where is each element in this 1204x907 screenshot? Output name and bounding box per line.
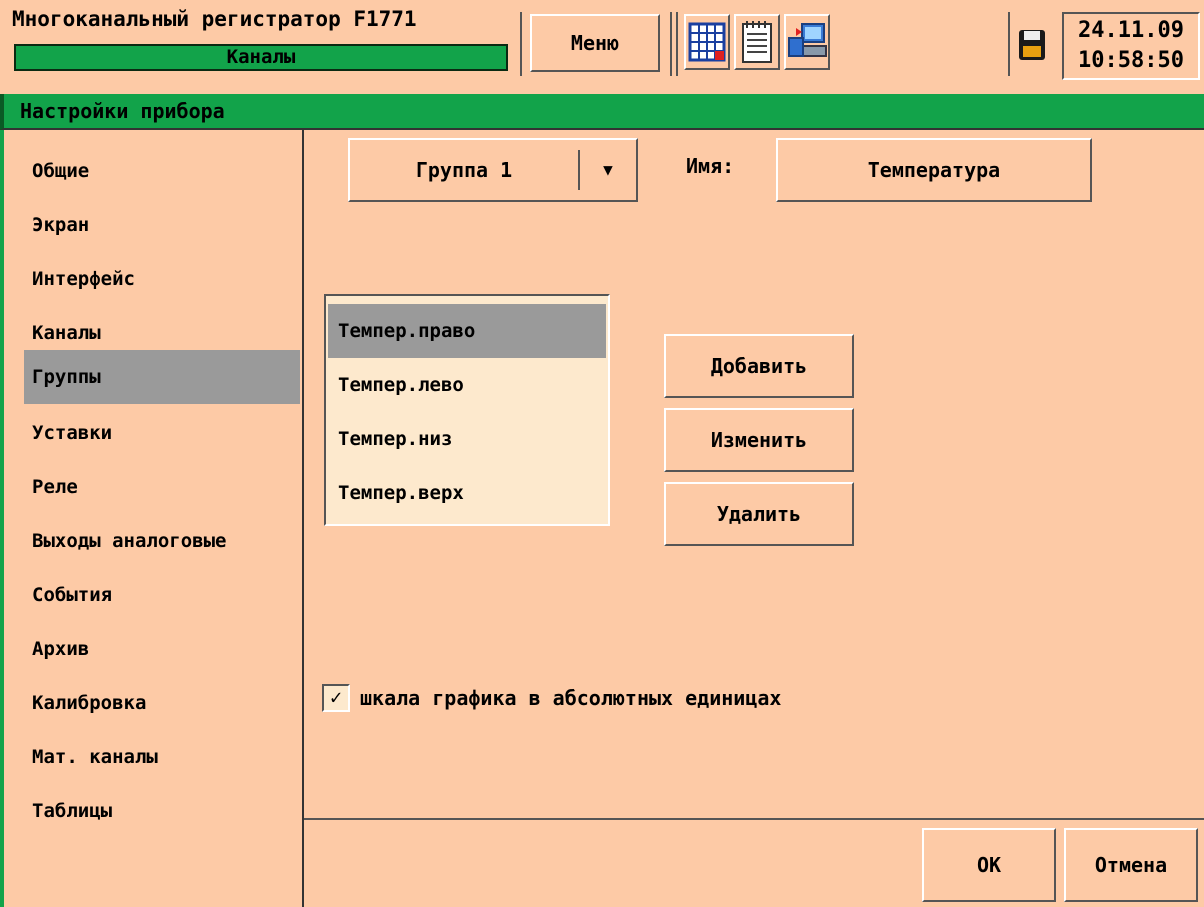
channel-list: Темпер.право Темпер.лево Темпер.низ Темп…: [324, 294, 610, 526]
clock-display: 24.11.09 10:58:50: [1062, 12, 1200, 80]
sidebar-item-analog-outputs[interactable]: Выходы аналоговые: [24, 514, 300, 568]
sidebar-item-screen[interactable]: Экран: [24, 198, 300, 252]
checkmark-icon: ✓: [329, 685, 343, 709]
ok-button[interactable]: OK: [922, 828, 1056, 902]
dropdown-arrow-icon[interactable]: ▼: [580, 140, 636, 200]
list-item[interactable]: Темпер.лево: [328, 358, 606, 412]
list-item[interactable]: Темпер.верх: [328, 466, 606, 520]
list-item[interactable]: Темпер.низ: [328, 412, 606, 466]
group-name-field[interactable]: Температура: [776, 138, 1092, 202]
header-separator: [520, 12, 522, 76]
header-separator: [676, 12, 678, 76]
computer-transfer-icon[interactable]: [784, 14, 830, 70]
absolute-units-checkbox[interactable]: ✓: [322, 684, 350, 712]
top-bar: Многоканальный регистратор F1771 Каналы …: [0, 0, 1204, 88]
header-separator: [670, 12, 672, 76]
add-button[interactable]: Добавить: [664, 334, 854, 398]
list-item[interactable]: Темпер.право: [328, 304, 606, 358]
menu-button[interactable]: Меню: [530, 14, 660, 72]
sidebar-item-general[interactable]: Общие: [24, 144, 300, 198]
name-label: Имя:: [686, 154, 735, 178]
delete-button[interactable]: Удалить: [664, 482, 854, 546]
sidebar-item-setpoints[interactable]: Уставки: [24, 406, 300, 460]
footer-divider: [304, 818, 1204, 820]
app-title: Многоканальный регистратор F1771: [12, 7, 417, 31]
header-separator: [1008, 12, 1010, 76]
edit-button[interactable]: Изменить: [664, 408, 854, 472]
group-select[interactable]: Группа 1 ▼: [348, 138, 638, 202]
time-display: 10:58:50: [1078, 48, 1184, 73]
sidebar-item-events[interactable]: События: [24, 568, 300, 622]
absolute-units-label: шкала графика в абсолютных единицах: [360, 686, 782, 710]
sidebar-item-interface[interactable]: Интерфейс: [24, 252, 300, 306]
notepad-icon[interactable]: [734, 14, 780, 70]
date-display: 24.11.09: [1078, 18, 1184, 43]
sidebar-item-relays[interactable]: Реле: [24, 460, 300, 514]
status-bar: Каналы: [14, 44, 508, 71]
group-select-value: Группа 1: [415, 158, 513, 182]
cancel-button[interactable]: Отмена: [1064, 828, 1198, 902]
sidebar-item-calibration[interactable]: Калибровка: [24, 676, 300, 730]
sidebar-item-math-channels[interactable]: Мат. каналы: [24, 730, 300, 784]
sidebar-item-tables[interactable]: Таблицы: [24, 784, 300, 838]
section-title: Настройки прибора: [0, 94, 1204, 130]
sidebar-item-archive[interactable]: Архив: [24, 622, 300, 676]
sidebar-item-groups[interactable]: Группы: [24, 350, 300, 404]
floppy-disk-icon: [1016, 28, 1048, 62]
settings-sidebar: Общие Экран Интерфейс Каналы Группы Уста…: [0, 130, 304, 907]
grid-table-icon[interactable]: [684, 14, 730, 70]
